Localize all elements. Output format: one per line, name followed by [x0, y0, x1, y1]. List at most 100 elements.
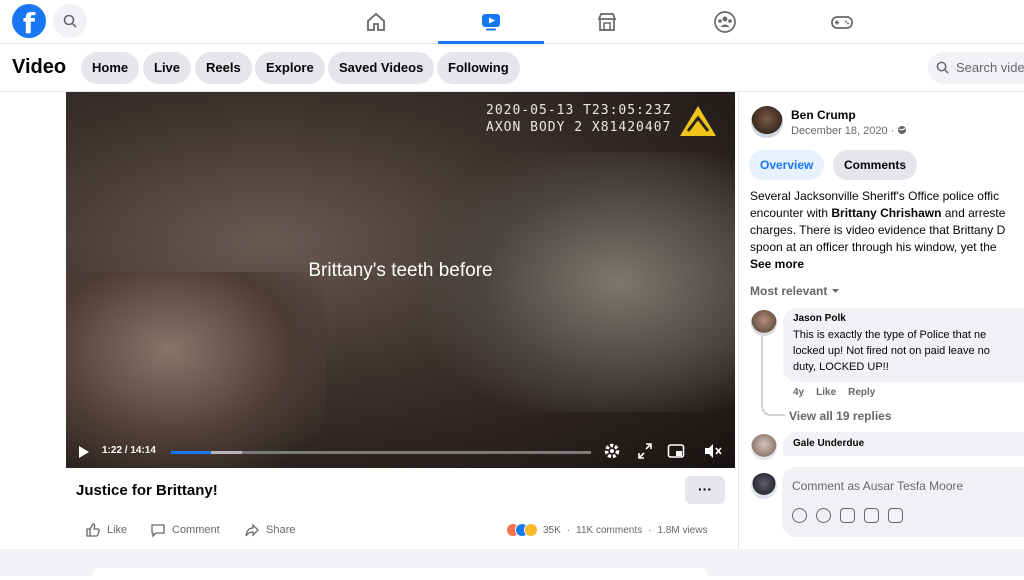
comment-age[interactable]: 4y [793, 387, 804, 398]
camera-id-line: AXON BODY 2 X81420407 [486, 120, 672, 135]
search-placeholder: Search vide [956, 60, 1024, 75]
commenter-avatar[interactable] [751, 434, 777, 460]
post-date[interactable]: December 18, 2020 · [791, 125, 907, 137]
engagement-stats: 35K · 11K comments · 1.8M views [506, 521, 707, 539]
top-navigation-bar: f [0, 0, 1024, 44]
post-date-text: December 18, 2020 · [791, 125, 895, 137]
search-icon [936, 61, 949, 74]
home-icon [367, 12, 385, 31]
current-user-avatar[interactable] [751, 473, 777, 499]
comment-composer[interactable]: Comment as Ausar Tesfa Moore [782, 467, 1024, 537]
time-display: 1:22 / 14:14 [102, 445, 156, 456]
camera-icon[interactable] [840, 508, 855, 523]
share-label: Share [266, 524, 296, 536]
more-options-button[interactable]: ··· [685, 476, 725, 504]
comment-sort-dropdown[interactable]: Most relevant [750, 284, 840, 298]
marketplace-icon [597, 13, 617, 31]
video-title: Justice for Brittany! [76, 482, 218, 499]
description-line: charges. There is video evidence that Br… [750, 223, 1006, 237]
reactions-count[interactable]: 35K [543, 525, 561, 536]
avatar-sticker-icon[interactable] [792, 508, 807, 523]
sort-label: Most relevant [750, 284, 828, 298]
tagged-name[interactable]: Brittany Chrishawn [831, 206, 941, 220]
description-line: Several Jacksonville Sheriff's Office po… [750, 189, 1000, 203]
like-button[interactable]: Like [85, 521, 127, 539]
see-more-link[interactable]: See more [750, 256, 1024, 273]
pill-live[interactable]: Live [143, 52, 192, 84]
video-caption: Brittany's teeth before [308, 260, 493, 281]
nav-tab-marketplace[interactable] [554, 0, 660, 44]
video-subnav: Video Home Live Reels Explore Saved Vide… [0, 44, 1024, 92]
settings-gear-icon[interactable] [603, 442, 621, 460]
composer-tools [792, 508, 903, 523]
description-line: encounter with Brittany Chrishawn and ar… [750, 205, 1024, 222]
thumbs-up-icon [86, 523, 100, 537]
bodycam-timestamp: 2020-05-13 T23:05:23Z AXON BODY 2 X81420… [486, 102, 671, 136]
commenter-avatar[interactable] [751, 310, 777, 336]
nav-tab-gaming[interactable] [789, 0, 895, 44]
progress-fill [171, 451, 212, 454]
author-avatar[interactable] [751, 106, 783, 138]
pill-following[interactable]: Following [437, 52, 520, 84]
comment-text-line: duty, LOCKED UP!! [793, 361, 889, 373]
wow-reaction-icon [524, 523, 538, 537]
comment-bubble: Jason Polk This is exactly the type of P… [783, 308, 1024, 382]
view-replies-link[interactable]: View all 19 replies [789, 409, 892, 423]
comment-like-link[interactable]: Like [816, 387, 836, 398]
comment-button[interactable]: Comment [150, 521, 220, 539]
globe-icon [898, 126, 907, 134]
reaction-icons[interactable] [506, 523, 538, 537]
video-frame-highlight [426, 152, 735, 412]
description-line: spoon at an officer through his window, … [750, 240, 997, 254]
search-icon [63, 14, 77, 28]
fullscreen-icon[interactable] [637, 442, 653, 460]
reply-thread-line [761, 336, 785, 416]
stats-separator: · [648, 524, 652, 536]
axon-logo-icon [680, 106, 716, 136]
description-text: and arreste [941, 206, 1006, 220]
sticker-icon[interactable] [888, 508, 903, 523]
nav-tab-home[interactable] [323, 0, 429, 44]
comment-label: Comment [172, 524, 220, 536]
author-name[interactable]: Ben Crump [791, 108, 856, 122]
post-description: Several Jacksonville Sheriff's Office po… [750, 188, 1024, 273]
picture-in-picture-icon[interactable] [667, 442, 685, 460]
video-icon [482, 13, 500, 30]
caret-down-icon [831, 289, 839, 293]
tab-overview[interactable]: Overview [749, 150, 825, 180]
video-player[interactable]: 2020-05-13 T23:05:23Z AXON BODY 2 X81420… [66, 92, 735, 468]
mute-icon[interactable] [703, 442, 723, 460]
emoji-icon[interactable] [816, 508, 831, 523]
comment-meta: 4y Like Reply [793, 387, 875, 398]
pill-saved-videos[interactable]: Saved Videos [328, 52, 435, 84]
share-button[interactable]: Share [244, 521, 295, 539]
search-button[interactable] [53, 4, 87, 38]
nav-tab-groups[interactable] [672, 0, 778, 44]
timestamp-line: 2020-05-13 T23:05:23Z [486, 103, 672, 118]
tab-comments[interactable]: Comments [833, 150, 918, 180]
post-sidebar: Ben Crump December 18, 2020 · Overview C… [738, 92, 1024, 549]
groups-icon [714, 11, 736, 33]
facebook-logo[interactable]: f [12, 4, 46, 38]
play-icon[interactable] [78, 445, 90, 459]
like-label: Like [107, 524, 128, 536]
pill-explore[interactable]: Explore [255, 52, 325, 84]
pill-reels[interactable]: Reels [195, 52, 252, 84]
comments-count[interactable]: 11K comments [576, 525, 642, 536]
pill-home[interactable]: Home [81, 52, 140, 84]
commenter-name[interactable]: Gale Underdue [793, 438, 1024, 449]
comment-reply-link[interactable]: Reply [848, 387, 875, 398]
commenter-name[interactable]: Jason Polk [793, 313, 1024, 324]
progress-bar[interactable] [171, 451, 591, 454]
logo-letter: f [22, 7, 36, 38]
description-text: encounter with [750, 206, 832, 220]
gaming-icon [831, 16, 853, 29]
comment-bubble-icon [151, 524, 165, 538]
gif-icon[interactable] [864, 508, 879, 523]
video-search-input[interactable]: Search vide [928, 52, 1024, 84]
page-title: Video [12, 56, 67, 78]
share-arrow-icon [245, 523, 259, 537]
nav-tab-video[interactable] [438, 0, 544, 44]
stats-separator: · [566, 524, 571, 536]
video-controls: 1:22 / 14:14 [66, 436, 735, 468]
